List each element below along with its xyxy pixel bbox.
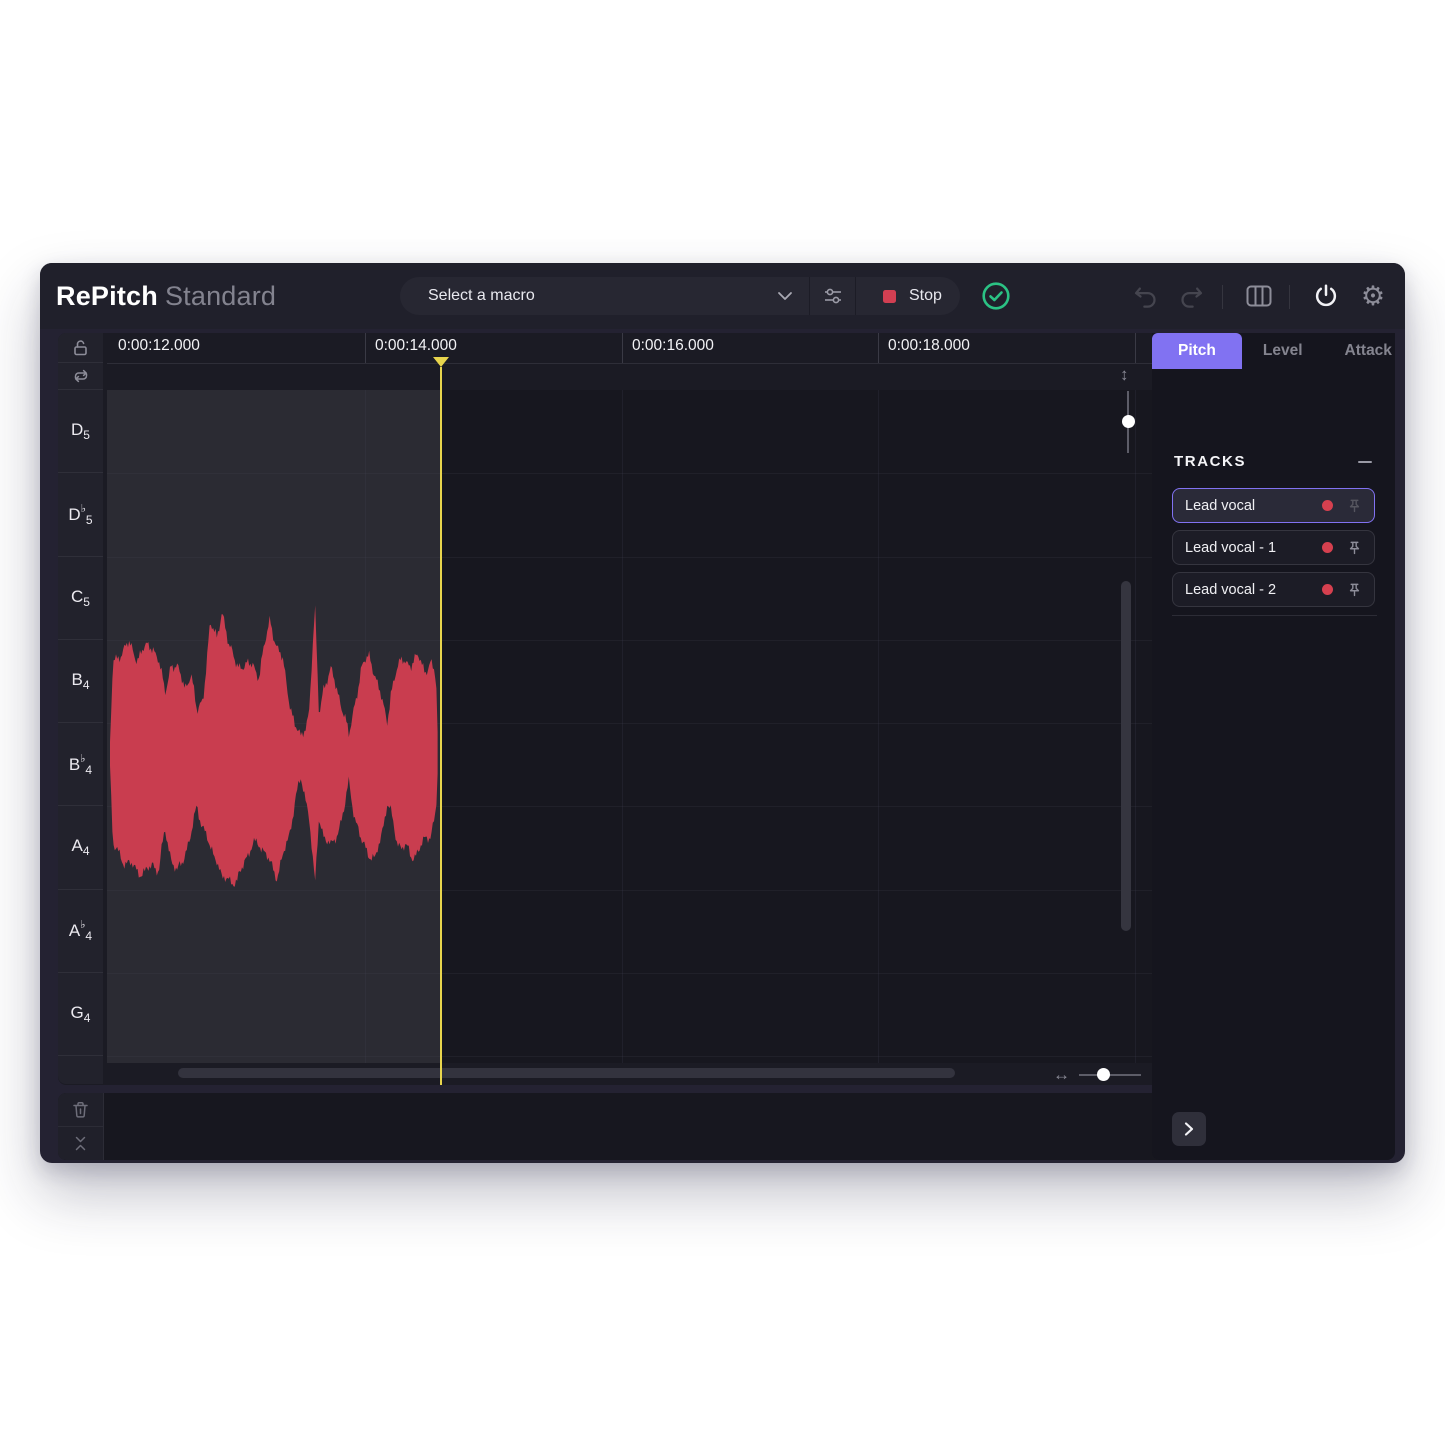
track-row[interactable]: Lead vocal - 1	[1172, 530, 1375, 565]
gear-icon: ⚙	[1361, 283, 1385, 310]
collapse-tracks-button[interactable]	[1357, 454, 1373, 470]
horizontal-scrollbar-thumb[interactable]	[178, 1068, 955, 1078]
track-label: Lead vocal - 1	[1185, 540, 1322, 556]
status-check-badge	[981, 281, 1011, 311]
timeline-tick	[365, 333, 366, 363]
loop-toggle[interactable]	[58, 363, 103, 390]
timeline-tick	[1135, 333, 1136, 363]
collapse-vertical-icon	[72, 1135, 89, 1152]
power-button[interactable]	[1310, 280, 1342, 312]
undo-icon	[1132, 283, 1159, 310]
vertical-zoom-knob[interactable]	[1122, 415, 1135, 428]
horizontal-zoom-icon: ↔	[1053, 1065, 1070, 1085]
track-row[interactable]: Lead vocal	[1172, 488, 1375, 523]
record-dot-icon	[1322, 584, 1333, 595]
delete-button[interactable]	[58, 1093, 104, 1127]
horizontal-zoom-track	[1079, 1074, 1141, 1076]
timeline-timestamp: 0:00:18.000	[888, 337, 970, 355]
tracks-title: TRACKS	[1174, 453, 1246, 470]
note-label-d5[interactable]: D5	[58, 390, 103, 473]
vertical-zoom-icon: ↕	[1120, 365, 1129, 385]
macro-select-value: Select a macro	[428, 287, 535, 305]
redo-button[interactable]	[1175, 280, 1207, 312]
editor-main-area: D5D♭5C5B4B♭4A4A♭4G4 0:00:12.000 0:00:14.0…	[58, 333, 1180, 1085]
vertical-scrollbar-thumb[interactable]	[1121, 581, 1131, 931]
track-row[interactable]: Lead vocal - 2	[1172, 572, 1375, 607]
rail-footer-cell	[58, 1056, 103, 1084]
stop-icon	[883, 290, 896, 303]
chevron-down-icon	[777, 291, 793, 301]
timeline-timestamp: 0:00:16.000	[632, 337, 714, 355]
timeline-timestamp: 0:00:12.000	[118, 337, 200, 355]
horizontal-zoom-control: ↔	[1053, 1065, 1173, 1085]
record-dot-icon	[1322, 500, 1333, 511]
note-label-g4[interactable]: G4	[58, 973, 103, 1056]
macro-settings-button[interactable]	[810, 277, 855, 315]
tracks-divider	[1172, 615, 1377, 616]
sliders-icon	[823, 287, 843, 305]
toolbar-separator	[1289, 285, 1290, 309]
settings-button[interactable]: ⚙	[1357, 280, 1389, 312]
app-title: RePitchStandard	[56, 281, 276, 312]
top-bar: RePitchStandard Select a macro	[40, 263, 1405, 329]
panel-tabs: PitchLevelAttack	[1152, 333, 1395, 369]
macro-pill: Select a macro Stop	[400, 277, 960, 315]
track-label: Lead vocal	[1185, 498, 1322, 514]
track-list: Lead vocal Lead vocal - 1 Lead vocal - 2	[1172, 488, 1375, 614]
horizontal-zoom-knob[interactable]	[1097, 1068, 1110, 1081]
redo-icon	[1178, 283, 1205, 310]
pin-icon[interactable]	[1347, 582, 1362, 598]
record-dot-icon	[1322, 542, 1333, 553]
chevron-right-icon	[1182, 1121, 1196, 1137]
note-label-a4[interactable]: A4	[58, 806, 103, 889]
note-label-bb4[interactable]: B♭4	[58, 723, 103, 806]
note-label-c5[interactable]: C5	[58, 557, 103, 640]
loop-lane[interactable]	[107, 363, 1180, 391]
minus-icon	[1358, 461, 1372, 463]
toolbar-separator	[1222, 285, 1223, 309]
note-label-db5[interactable]: D♭5	[58, 473, 103, 556]
undo-button[interactable]	[1129, 280, 1161, 312]
bottom-panel	[58, 1093, 1180, 1160]
waveform	[107, 390, 1180, 1063]
app-window: RePitchStandard Select a macro	[40, 263, 1405, 1163]
trash-icon	[72, 1101, 89, 1119]
playhead-line	[440, 367, 442, 1085]
track-label: Lead vocal - 2	[1185, 582, 1322, 598]
tab-attack[interactable]: Attack	[1324, 333, 1413, 369]
expand-panel-button[interactable]	[1172, 1112, 1206, 1146]
tracks-header: TRACKS	[1174, 453, 1373, 470]
timeline-tick	[622, 333, 623, 363]
tab-level[interactable]: Level	[1242, 333, 1324, 369]
tab-pitch[interactable]: Pitch	[1152, 333, 1242, 369]
pitch-editor-canvas[interactable]	[107, 390, 1180, 1063]
pin-icon[interactable]	[1347, 540, 1362, 556]
layout-columns-button[interactable]	[1243, 280, 1275, 312]
lock-toggle[interactable]	[58, 333, 103, 363]
app-title-light: Standard	[165, 281, 276, 311]
app-title-bold: RePitch	[56, 281, 158, 311]
pin-icon[interactable]	[1347, 498, 1362, 514]
note-label-ab4[interactable]: A♭4	[58, 890, 103, 973]
stop-button[interactable]: Stop	[856, 277, 960, 315]
playhead-marker[interactable]	[433, 357, 449, 367]
timeline-tick	[878, 333, 879, 363]
columns-icon	[1246, 285, 1272, 307]
macro-select[interactable]: Select a macro	[400, 277, 809, 315]
check-circle-icon	[981, 281, 1011, 311]
loop-icon	[72, 368, 90, 384]
unlock-icon	[72, 339, 90, 357]
timeline-timestamp: 0:00:14.000	[375, 337, 457, 355]
right-panel: PitchLevelAttack TRACKS Lead vocalLead v…	[1152, 333, 1395, 1160]
timeline-ruler[interactable]: 0:00:12.000 0:00:14.000 0:00:16.000 0:00:18…	[107, 333, 1180, 364]
collapse-panel-button[interactable]	[58, 1127, 104, 1160]
note-label-b4[interactable]: B4	[58, 640, 103, 723]
stop-button-label: Stop	[909, 287, 942, 305]
power-icon	[1313, 283, 1339, 309]
horizontal-scrollbar	[107, 1063, 1180, 1085]
